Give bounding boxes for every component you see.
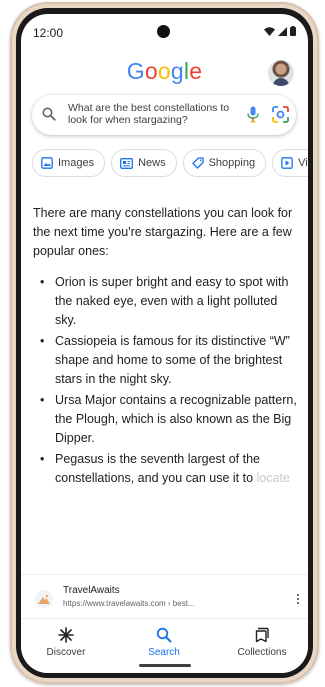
status-icons bbox=[264, 26, 296, 36]
tag-icon bbox=[191, 157, 204, 169]
source-url[interactable]: https://www.travelawaits.com › best... bbox=[63, 599, 195, 608]
logo-letter: e bbox=[189, 58, 203, 84]
play-icon bbox=[281, 157, 293, 169]
logo-letter: o bbox=[144, 58, 158, 84]
header: Google bbox=[21, 56, 308, 92]
logo-letter: o bbox=[157, 58, 171, 84]
asterisk-icon bbox=[58, 627, 74, 643]
filter-chips: Images News Shopping Vide bbox=[32, 149, 308, 177]
list-item: Pegasus is the seventh largest of the co… bbox=[33, 450, 301, 488]
list-item: Orion is super bright and easy to spot w… bbox=[33, 273, 301, 330]
mic-icon[interactable] bbox=[247, 106, 259, 123]
home-indicator[interactable] bbox=[139, 664, 191, 667]
source-name[interactable]: TravelAwaits bbox=[63, 585, 120, 596]
phone-screen: 12:00 Google What are the best constella… bbox=[21, 14, 308, 673]
status-bar: 12:00 bbox=[21, 14, 308, 50]
logo-letter: G bbox=[126, 58, 145, 84]
front-camera bbox=[157, 25, 170, 38]
nav-label: Discover bbox=[46, 647, 86, 658]
chip-label: Vide bbox=[298, 157, 308, 169]
nav-label: Collections bbox=[237, 647, 287, 658]
news-icon bbox=[120, 157, 134, 169]
nav-search[interactable]: Search bbox=[119, 627, 209, 658]
battery-icon bbox=[290, 26, 296, 36]
avatar[interactable] bbox=[268, 60, 294, 86]
wifi-icon bbox=[264, 26, 275, 36]
chip-images[interactable]: Images bbox=[32, 149, 106, 177]
faded-text: locate bbox=[256, 471, 290, 485]
search-query[interactable]: What are the best constellations to look… bbox=[68, 102, 240, 126]
more-vert-icon[interactable] bbox=[296, 593, 300, 605]
chip-label: News bbox=[138, 157, 166, 169]
nav-label: Search bbox=[148, 647, 180, 658]
search-box[interactable]: What are the best constellations to look… bbox=[32, 95, 296, 135]
chip-videos[interactable]: Vide bbox=[272, 149, 308, 177]
chip-shopping[interactable]: Shopping bbox=[182, 149, 267, 177]
source-card[interactable]: TravelAwaits https://www.travelawaits.co… bbox=[21, 574, 308, 618]
list-item: Cassiopeia is famous for its distinctive… bbox=[33, 332, 301, 389]
ai-answer: There are many constellations you can lo… bbox=[33, 204, 301, 490]
nav-discover[interactable]: Discover bbox=[21, 627, 111, 658]
search-icon bbox=[156, 627, 172, 643]
mountain-icon bbox=[38, 594, 50, 604]
chip-label: Images bbox=[58, 157, 95, 169]
nav-collections[interactable]: Collections bbox=[217, 627, 307, 658]
signal-icon bbox=[278, 26, 287, 36]
list-item: Ursa Major contains a recognizable patte… bbox=[33, 391, 301, 448]
list-item-text: Pegasus is the seventh largest of the co… bbox=[55, 452, 260, 485]
source-favicon bbox=[35, 590, 53, 608]
collections-icon bbox=[255, 627, 269, 643]
logo-letter: g bbox=[170, 58, 184, 84]
constellation-list: Orion is super bright and easy to spot w… bbox=[33, 273, 301, 488]
status-time: 12:00 bbox=[33, 26, 64, 40]
answer-intro: There are many constellations you can lo… bbox=[33, 206, 293, 258]
lens-icon[interactable] bbox=[272, 106, 289, 123]
search-icon bbox=[42, 107, 56, 121]
chip-news[interactable]: News bbox=[111, 149, 177, 177]
image-icon bbox=[41, 157, 53, 169]
google-logo[interactable]: Google bbox=[21, 58, 308, 85]
chip-label: Shopping bbox=[208, 157, 256, 169]
